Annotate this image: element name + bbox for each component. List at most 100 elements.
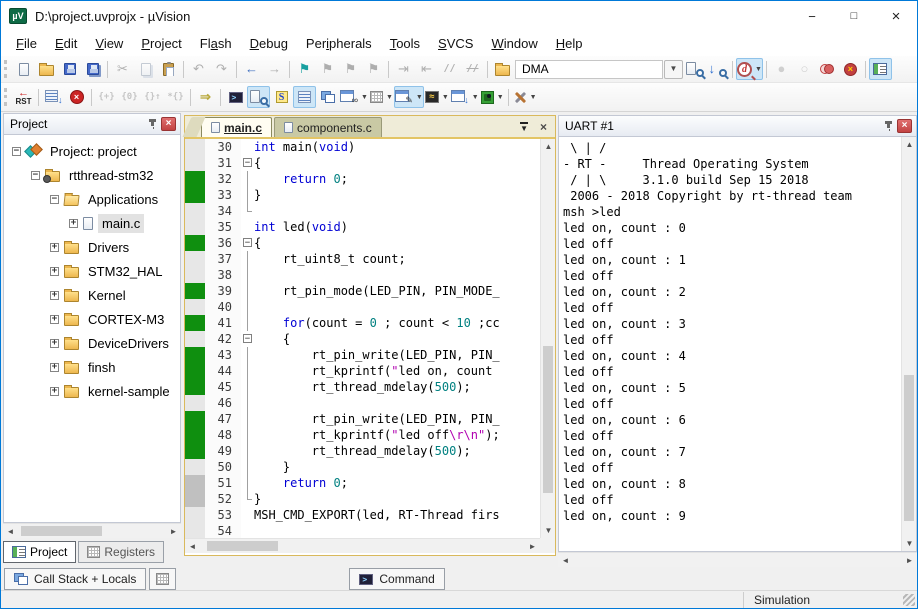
fold-gutter[interactable] — [241, 443, 254, 459]
fold-gutter[interactable] — [241, 411, 254, 427]
menu-window[interactable]: Window — [482, 32, 546, 55]
code-line[interactable]: 40 — [185, 299, 540, 315]
trace-windows[interactable]: ↓▼ — [450, 86, 480, 108]
load-application[interactable] — [491, 58, 514, 80]
fold-gutter[interactable] — [241, 187, 254, 203]
toolbar-grip[interactable] — [4, 60, 8, 78]
code-line[interactable]: 54 — [185, 523, 540, 538]
minimize-button[interactable]: − — [791, 1, 833, 31]
tree-expander[interactable]: − — [12, 147, 21, 156]
code-line[interactable]: 30int main(void) — [185, 139, 540, 155]
tree-expander[interactable]: − — [31, 171, 40, 180]
open-file[interactable] — [35, 58, 58, 80]
analysis-windows[interactable]: ≈▼ — [424, 86, 450, 108]
scroll-left-arrow[interactable]: ◄ — [185, 539, 200, 554]
run[interactable]: ↓ — [42, 86, 65, 108]
memory-windows[interactable]: ▼ — [369, 86, 394, 108]
code-line[interactable]: 52} — [185, 491, 540, 507]
fold-gutter[interactable] — [241, 299, 254, 315]
paste[interactable] — [157, 58, 180, 80]
serial-windows[interactable]: ✎▼ — [394, 86, 424, 108]
code-line[interactable]: 41 for(count = 0 ; count < 10 ;cc — [185, 315, 540, 331]
scroll-thumb[interactable] — [21, 526, 102, 536]
uart-vscrollbar[interactable]: ▲▼ — [901, 137, 916, 551]
stop[interactable]: × — [65, 86, 88, 108]
tree-expander[interactable]: + — [50, 363, 59, 372]
close-panel-button[interactable]: × — [897, 119, 912, 133]
scroll-down-arrow[interactable]: ▼ — [902, 536, 917, 551]
menu-help[interactable]: Help — [547, 32, 592, 55]
tree-expander[interactable]: + — [50, 339, 59, 348]
code-line[interactable]: 39 rt_pin_mode(LED_PIN, PIN_MODE_ — [185, 283, 540, 299]
navigate-forward[interactable]: → — [263, 58, 286, 80]
fold-gutter[interactable]: − — [241, 331, 254, 347]
code-line[interactable]: 43 rt_pin_write(LED_PIN, PIN_ — [185, 347, 540, 363]
tree-item-devicedrivers[interactable]: +DeviceDrivers — [4, 331, 180, 355]
insert-remove-breakpoint[interactable]: ● — [770, 58, 793, 80]
code-line[interactable]: 46 — [185, 395, 540, 411]
find-in-files[interactable] — [683, 58, 706, 80]
undo[interactable]: ↶ — [187, 58, 210, 80]
code-area[interactable]: 30int main(void)31−{32 return 0;33}3435i… — [185, 139, 540, 538]
fold-gutter[interactable] — [241, 459, 254, 475]
fold-gutter[interactable] — [241, 507, 254, 523]
scroll-right-arrow[interactable]: ► — [902, 553, 917, 568]
code-line[interactable]: 53MSH_CMD_EXPORT(led, RT-Thread firs — [185, 507, 540, 523]
fold-gutter[interactable] — [241, 267, 254, 283]
fold-gutter[interactable] — [241, 219, 254, 235]
tree-item-kernel-sample[interactable]: +kernel-sample — [4, 379, 180, 403]
fold-gutter[interactable] — [241, 283, 254, 299]
menu-file[interactable]: File — [7, 32, 46, 55]
tree-item-applications[interactable]: −Applications — [4, 187, 180, 211]
tree-item-drivers[interactable]: +Drivers — [4, 235, 180, 259]
debug-toolbox[interactable]: ▼ — [512, 86, 538, 108]
system-viewer[interactable]: ▼ — [480, 86, 505, 108]
scroll-right-arrow[interactable]: ► — [525, 539, 540, 554]
tree-item-cortex-m3[interactable]: +CORTEX-M3 — [4, 307, 180, 331]
step-into[interactable]: {+} — [95, 86, 118, 108]
command-tab[interactable]: Command — [349, 568, 444, 590]
project-window[interactable] — [869, 58, 892, 80]
resize-grip[interactable] — [903, 594, 915, 606]
next-bookmark[interactable]: ⚑ — [316, 58, 339, 80]
close-button[interactable]: × — [875, 1, 917, 31]
code-line[interactable]: 31−{ — [185, 155, 540, 171]
save-all[interactable] — [81, 58, 104, 80]
uncomment[interactable]: // — [461, 58, 484, 80]
pin-icon[interactable] — [884, 121, 893, 131]
code-line[interactable]: 35int led(void) — [185, 219, 540, 235]
tree-expander[interactable]: + — [50, 291, 59, 300]
fold-gutter[interactable] — [241, 171, 254, 187]
fold-gutter[interactable] — [241, 315, 254, 331]
editor-tab-main.c[interactable]: main.c — [201, 117, 272, 137]
fold-gutter[interactable] — [241, 379, 254, 395]
code-line[interactable]: 38 — [185, 267, 540, 283]
indent[interactable]: ⇥ — [392, 58, 415, 80]
copy[interactable] — [134, 58, 157, 80]
menu-peripherals[interactable]: Peripherals — [297, 32, 381, 55]
menu-project[interactable]: Project — [132, 32, 190, 55]
clear-bookmarks[interactable]: ⚑ — [362, 58, 385, 80]
call-stack-window[interactable] — [316, 86, 339, 108]
scroll-thumb[interactable] — [543, 346, 553, 494]
comment[interactable]: // — [438, 58, 461, 80]
tree-expander[interactable]: + — [50, 387, 59, 396]
code-line[interactable]: 42− { — [185, 331, 540, 347]
tree-item-stm32-hal[interactable]: +STM32_HAL — [4, 259, 180, 283]
editor-tab-components.c[interactable]: components.c — [274, 117, 382, 137]
code-line[interactable]: 45 rt_thread_mdelay(500); — [185, 379, 540, 395]
project-tree-hscrollbar[interactable]: ◄► — [3, 523, 181, 538]
show-next-statement[interactable]: ⇒ — [194, 86, 217, 108]
code-line[interactable]: 32 return 0; — [185, 171, 540, 187]
menu-view[interactable]: View — [86, 32, 132, 55]
tree-expander[interactable]: − — [50, 195, 59, 204]
scroll-up-arrow[interactable]: ▲ — [902, 137, 917, 152]
scroll-track[interactable] — [541, 154, 555, 523]
scroll-thumb[interactable] — [904, 375, 914, 521]
unindent[interactable]: ⇤ — [415, 58, 438, 80]
scroll-left-arrow[interactable]: ◄ — [558, 553, 573, 568]
code-line[interactable]: 51 return 0; — [185, 475, 540, 491]
tree-expander[interactable]: + — [50, 243, 59, 252]
scroll-right-arrow[interactable]: ► — [166, 524, 181, 539]
redo[interactable]: ↷ — [210, 58, 233, 80]
